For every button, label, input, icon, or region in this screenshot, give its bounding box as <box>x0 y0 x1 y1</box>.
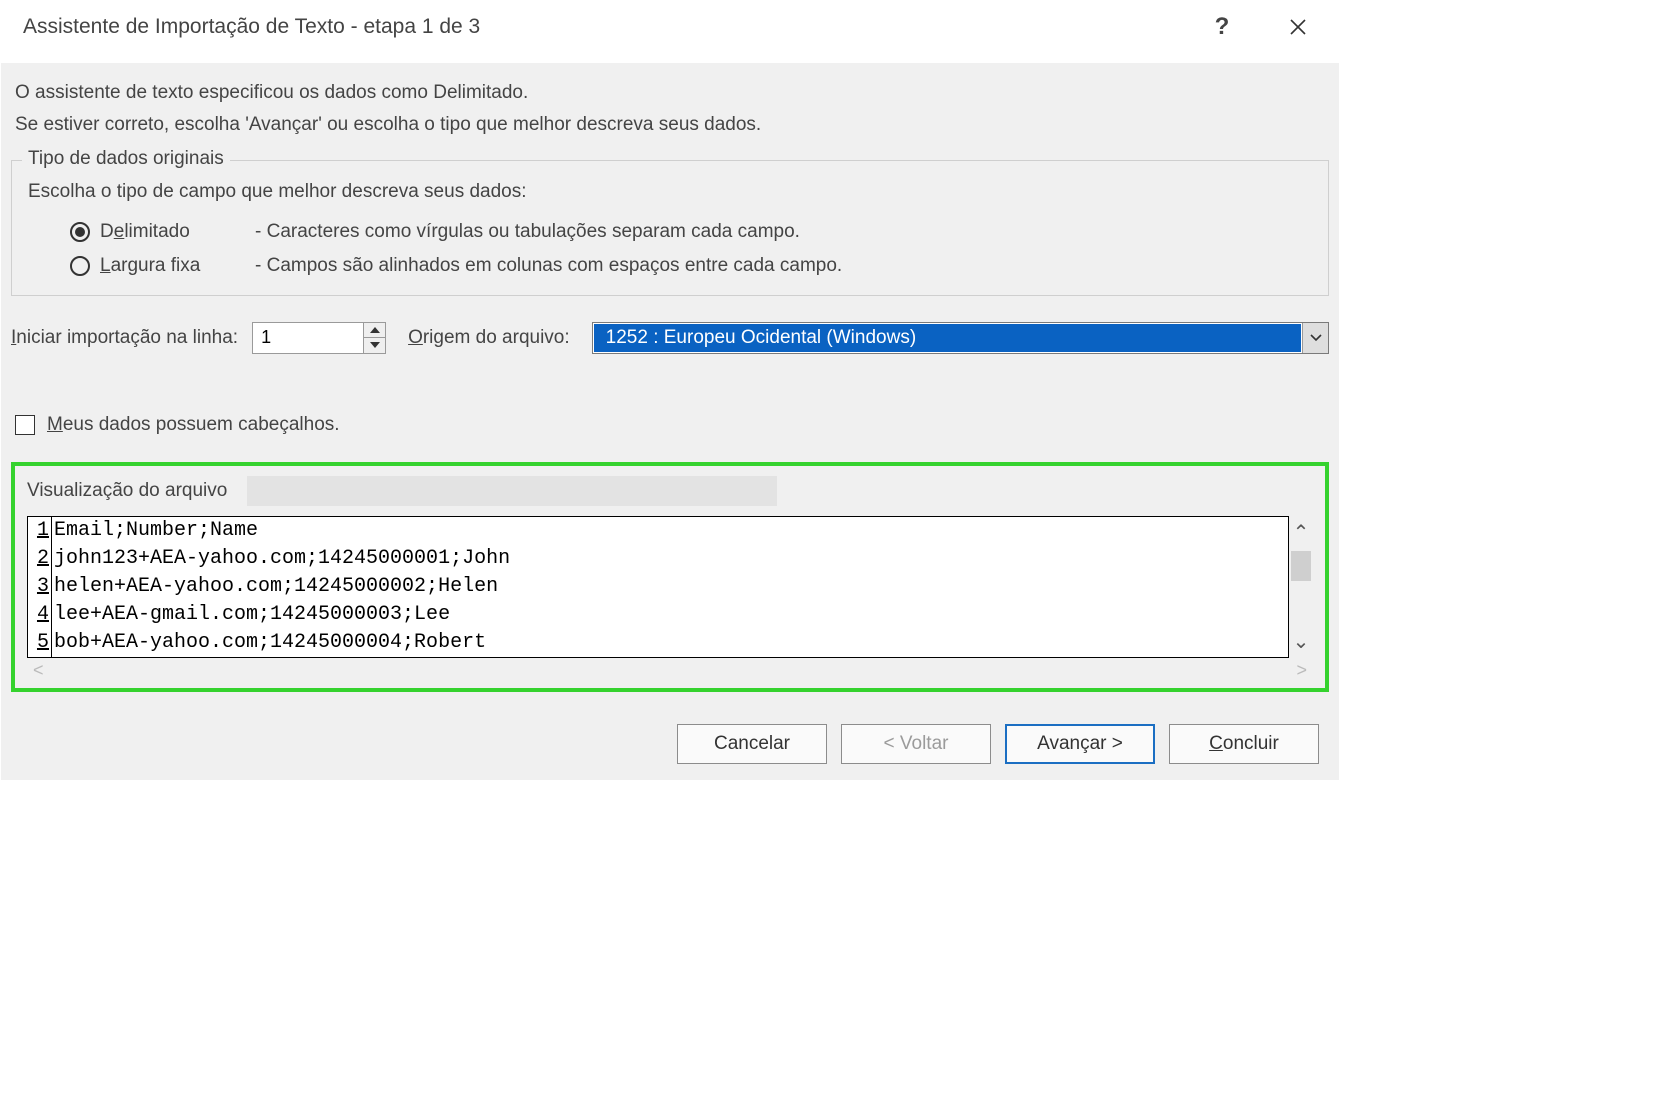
start-row-label: Iniciar importação na linha: <box>11 327 238 349</box>
preview-vertical-scrollbar[interactable]: ⌃ ⌄ <box>1289 516 1313 658</box>
preview-line: 3helen+AEA-yahoo.com;14245000002;Helen <box>28 573 1288 601</box>
close-button[interactable] <box>1275 11 1321 43</box>
title-bar: Assistente de Importação de Texto - etap… <box>1 1 1339 63</box>
scroll-right-icon[interactable]: > <box>1296 660 1307 680</box>
original-data-type-group: Tipo de dados originais Escolha o tipo d… <box>11 160 1329 296</box>
spinner-down-button[interactable] <box>364 337 385 353</box>
cancel-button[interactable]: Cancelar <box>677 724 827 764</box>
preview-textbox[interactable]: 1Email;Number;Name 2john123+AEA-yahoo.co… <box>27 516 1289 658</box>
chevron-down-icon <box>1310 334 1322 342</box>
scroll-down-icon[interactable]: ⌄ <box>1289 629 1313 654</box>
intro-line-1: O assistente de texto especificou os dad… <box>15 77 1329 109</box>
radio-delimited-indicator <box>70 222 90 242</box>
has-headers-checkbox-row[interactable]: Meus dados possuem cabeçalhos. <box>15 414 1329 436</box>
preview-line: 5bob+AEA-yahoo.com;14245000004;Robert <box>28 629 1288 657</box>
preview-title: Visualização do arquivo <box>27 480 227 502</box>
finish-button[interactable]: Concluir <box>1169 724 1319 764</box>
has-headers-label: Meus dados possuem cabeçalhos. <box>47 414 340 436</box>
help-button[interactable]: ? <box>1199 11 1245 43</box>
dialog-button-row: Cancelar < Voltar Avançar > Concluir <box>11 706 1329 768</box>
next-button[interactable]: Avançar > <box>1005 724 1155 764</box>
radio-delimited-desc: - Caracteres como vírgulas ou tabulações… <box>255 221 800 243</box>
close-icon <box>1289 18 1307 36</box>
back-button: < Voltar <box>841 724 991 764</box>
group-title: Tipo de dados originais <box>22 148 230 170</box>
radio-fixed-width-label: Largura fixa <box>100 255 245 277</box>
scroll-up-icon[interactable]: ⌃ <box>1289 520 1313 545</box>
import-settings-row: Iniciar importação na linha: Origem do a… <box>11 322 1329 354</box>
dialog-title: Assistente de Importação de Texto - etap… <box>23 15 1169 39</box>
radio-delimited[interactable]: Delimitado - Caracteres como vírgulas ou… <box>24 215 1316 249</box>
start-row-input[interactable] <box>253 323 363 353</box>
preview-line: 2john123+AEA-yahoo.com;14245000001;John <box>28 545 1288 573</box>
preview-redaction <box>247 476 777 506</box>
radio-fixed-width-desc: - Campos são alinhados em colunas com es… <box>255 255 842 277</box>
scroll-left-icon[interactable]: < <box>33 660 44 680</box>
preview-line: 4lee+AEA-gmail.com;14245000003;Lee <box>28 601 1288 629</box>
radio-fixed-width[interactable]: Largura fixa - Campos são alinhados em c… <box>24 249 1316 283</box>
intro-line-2: Se estiver correto, escolha 'Avançar' ou… <box>15 109 1329 141</box>
spinner-up-button[interactable] <box>364 323 385 338</box>
has-headers-checkbox[interactable] <box>15 415 35 435</box>
file-origin-select[interactable]: 1252 : Europeu Ocidental (Windows) <box>592 322 1329 354</box>
chevron-down-icon <box>370 342 380 348</box>
intro-text: O assistente de texto especificou os dad… <box>11 73 1329 150</box>
radio-fixed-width-indicator <box>70 256 90 276</box>
chevron-up-icon <box>370 327 380 333</box>
preview-line: 1Email;Number;Name <box>28 517 1288 545</box>
start-row-spinner[interactable] <box>252 322 386 354</box>
file-preview-section: Visualização do arquivo 1Email;Number;Na… <box>11 462 1329 692</box>
scrollbar-thumb[interactable] <box>1291 551 1311 581</box>
group-instruction: Escolha o tipo de campo que melhor descr… <box>28 181 1316 203</box>
radio-delimited-label: Delimitado <box>100 221 245 243</box>
file-origin-label: Origem do arquivo: <box>408 327 570 349</box>
file-origin-value: 1252 : Europeu Ocidental (Windows) <box>593 323 1302 353</box>
file-origin-dropdown-button[interactable] <box>1302 323 1328 353</box>
text-import-wizard-dialog: Assistente de Importação de Texto - etap… <box>0 0 1340 781</box>
preview-horizontal-scrollbar[interactable]: < > <box>27 658 1313 680</box>
